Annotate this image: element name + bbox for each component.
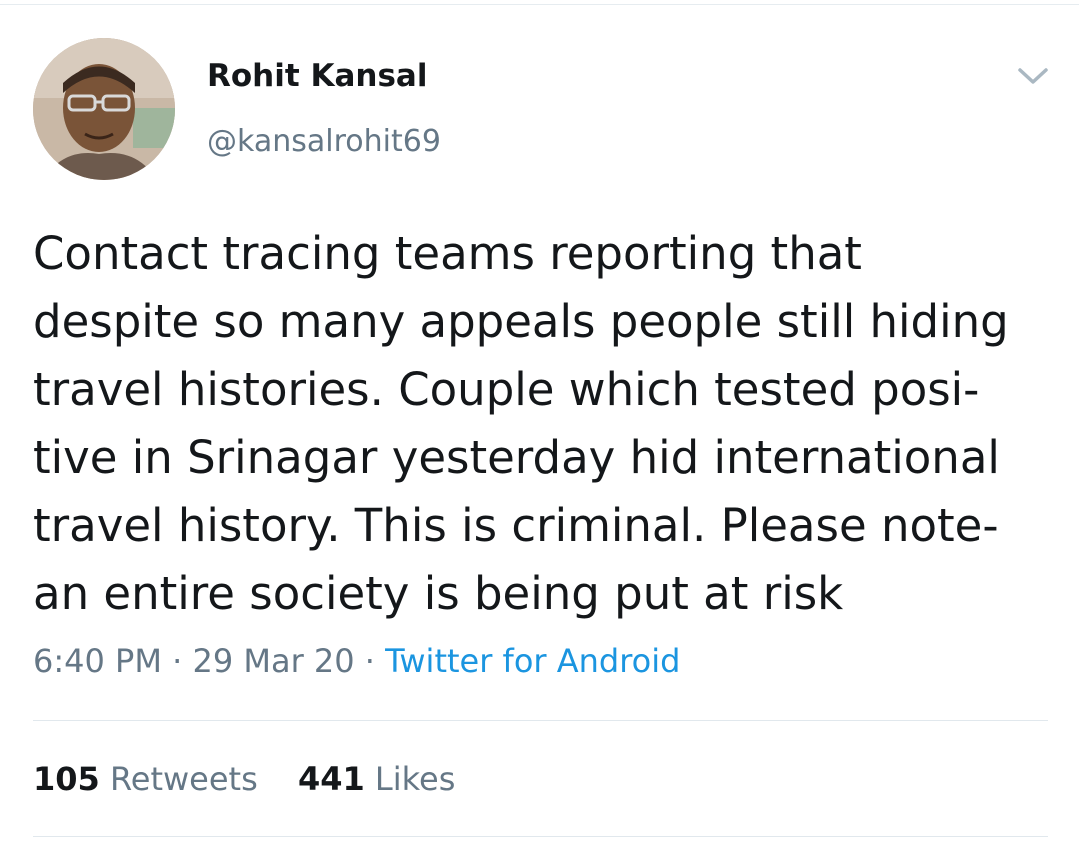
- tweet-text-line: travel history. This is criminal. Please…: [33, 499, 999, 552]
- likes-count: 441: [297, 760, 365, 798]
- stats-top-divider: [33, 720, 1048, 721]
- tweet-stats: 105 Retweets 441 Likes: [33, 760, 485, 798]
- tweet-text-line: travel histories. Couple which tested po…: [33, 363, 980, 416]
- avatar[interactable]: [33, 38, 175, 180]
- meta-separator: ·: [172, 642, 183, 680]
- tweet-meta: 6:40 PM · 29 Mar 20 · Twitter for Androi…: [33, 642, 680, 680]
- likes-label: Likes: [374, 760, 456, 798]
- top-divider: [0, 4, 1079, 5]
- author-handle[interactable]: @kansalrohit69: [207, 124, 441, 159]
- likes-stat[interactable]: 441 Likes: [298, 760, 455, 798]
- tweet-text-line: Contact tracing teams reporting that: [33, 227, 862, 280]
- tweet-source-link[interactable]: Twitter for Android: [385, 642, 680, 680]
- tweet-text-line: tive in Srinagar yesterday hid internati…: [33, 431, 1000, 484]
- chevron-down-icon[interactable]: [1016, 64, 1050, 88]
- tweet-text: Contact tracing teams reporting that des…: [33, 220, 1063, 628]
- stats-bottom-divider: [33, 836, 1048, 837]
- tweet-time[interactable]: 6:40 PM: [33, 642, 162, 680]
- retweets-count: 105: [33, 760, 100, 798]
- author-display-name[interactable]: Rohit Kansal: [207, 58, 427, 94]
- tweet-text-line: despite so many appeals people still hid…: [33, 295, 1009, 348]
- tweet-text-line: an entire society is being put at risk: [33, 567, 844, 620]
- retweets-stat[interactable]: 105 Retweets: [33, 760, 258, 798]
- tweet-date[interactable]: 29 Mar 20: [192, 642, 354, 680]
- meta-separator: ·: [364, 642, 375, 680]
- retweets-label: Retweets: [109, 760, 258, 798]
